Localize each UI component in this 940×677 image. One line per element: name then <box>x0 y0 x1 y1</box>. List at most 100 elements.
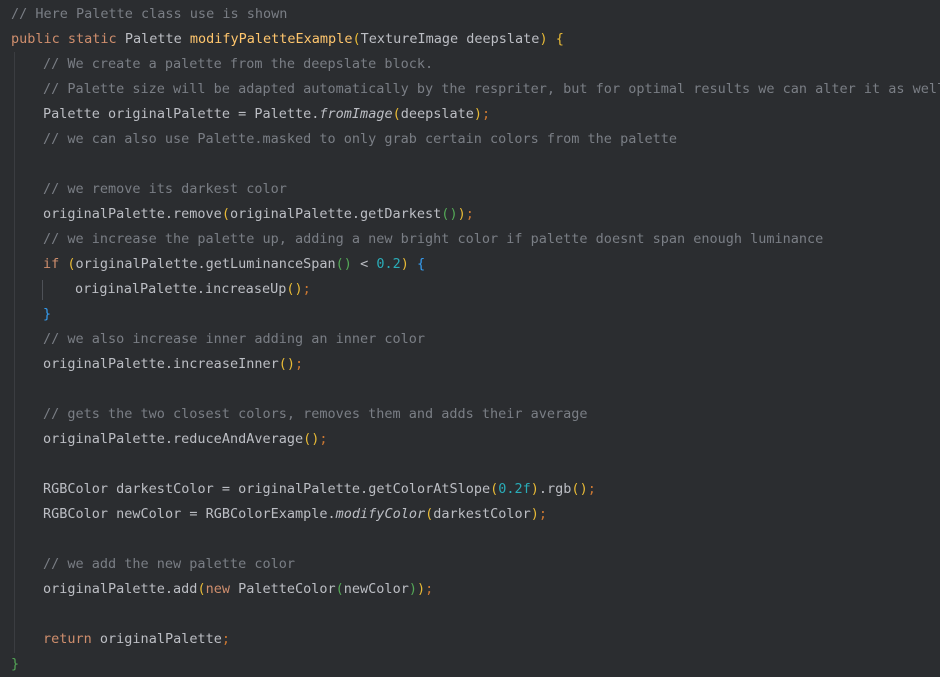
paren: ( <box>303 431 312 447</box>
method-call: getDarkest <box>360 206 442 222</box>
object-ref: originalPalette. <box>238 481 369 497</box>
paren: ) <box>408 581 417 597</box>
paren: ) <box>473 106 483 122</box>
semicolon: ; <box>538 506 548 522</box>
param-name: deepslate <box>466 31 540 47</box>
code-line-11[interactable]: if (originalPalette.getLuminanceSpan() <… <box>0 252 940 277</box>
object-ref: originalPalette. <box>43 356 174 372</box>
code-line-4[interactable]: // Palette size will be adapted automati… <box>0 77 940 102</box>
code-line-8[interactable]: // we remove its darkest color <box>0 177 940 202</box>
operator: = <box>189 506 198 522</box>
static-method: fromImage <box>319 106 393 122</box>
class-ref: RGBColorExample. <box>205 506 336 522</box>
paren: ( <box>335 581 344 597</box>
code-line-13[interactable]: } <box>0 302 940 327</box>
method-call: .rgb <box>538 481 572 497</box>
paren: ( <box>278 356 287 372</box>
code-editor[interactable]: // Here Palette class use is shown publi… <box>0 0 940 677</box>
type-name: RGBColor <box>43 481 109 497</box>
method-name: modifyPaletteExample <box>189 31 353 47</box>
operator: < <box>360 256 369 272</box>
brace: { <box>555 31 564 47</box>
paren: ( <box>67 256 76 272</box>
paren: ( <box>425 506 434 522</box>
variable: newColor <box>116 506 182 522</box>
code-line-26[interactable]: return originalPalette; <box>0 627 940 652</box>
paren: ) <box>579 481 588 497</box>
code-line-23[interactable]: // we add the new palette color <box>0 552 940 577</box>
paren: ( <box>197 581 206 597</box>
param-type: TextureImage <box>360 31 459 47</box>
paren: ) <box>449 206 458 222</box>
semicolon: ; <box>465 206 474 222</box>
code-line-24[interactable]: originalPalette.add(new PaletteColor(new… <box>0 577 940 602</box>
object-ref: originalPalette. <box>229 206 361 222</box>
paren: ( <box>392 106 401 122</box>
paren: ) <box>539 31 548 47</box>
object-ref: originalPalette. <box>43 206 174 222</box>
paren: ( <box>352 31 361 47</box>
argument: darkestColor <box>433 506 531 522</box>
code-line-18[interactable]: originalPalette.reduceAndAverage(); <box>0 427 940 452</box>
brace: } <box>11 656 20 672</box>
object-ref: originalPalette. <box>43 581 174 597</box>
code-line-1[interactable]: // Here Palette class use is shown <box>0 2 940 27</box>
type-name: RGBColor <box>43 506 109 522</box>
comment: // we also increase inner adding an inne… <box>43 331 426 347</box>
class-ref: Palette. <box>254 106 320 122</box>
brace: { <box>417 256 426 272</box>
keyword-new: new <box>205 581 230 597</box>
keyword-return: return <box>43 631 92 647</box>
comment: // gets the two closest colors, removes … <box>43 406 588 422</box>
code-line-20[interactable]: RGBColor darkestColor = originalPalette.… <box>0 477 940 502</box>
method-call: increaseUp <box>205 281 287 297</box>
semicolon: ; <box>319 431 328 447</box>
semicolon: ; <box>587 481 596 497</box>
object-ref: originalPalette. <box>75 281 206 297</box>
keyword-if: if <box>43 256 60 272</box>
comment: // we can also use Palette.masked to onl… <box>43 131 677 147</box>
paren: ) <box>530 481 539 497</box>
static-method: modifyColor <box>335 506 426 522</box>
code-line-12[interactable]: originalPalette.increaseUp(); <box>0 277 940 302</box>
code-line-15[interactable]: originalPalette.increaseInner(); <box>0 352 940 377</box>
number-literal: 0.2 <box>376 256 401 272</box>
method-call: reduceAndAverage <box>173 431 304 447</box>
argument: deepslate <box>400 106 474 122</box>
code-line-10[interactable]: // we increase the palette up, adding a … <box>0 227 940 252</box>
variable: originalPalette <box>108 106 230 122</box>
paren: ( <box>335 256 344 272</box>
method-call: getColorAtSlope <box>368 481 491 497</box>
operator: = <box>221 481 230 497</box>
method-call: increaseInner <box>173 356 279 372</box>
paren: ( <box>221 206 230 222</box>
code-line-3[interactable]: // We create a palette from the deepslat… <box>0 52 940 77</box>
code-line-2[interactable]: public static Palette modifyPaletteExamp… <box>0 27 940 52</box>
keyword-static: static <box>67 31 117 47</box>
paren: ) <box>416 581 426 597</box>
expression: originalPalette.getLuminanceSpan <box>75 256 336 272</box>
semicolon: ; <box>482 106 491 122</box>
code-line-6[interactable]: // we can also use Palette.masked to onl… <box>0 127 940 152</box>
semicolon: ; <box>221 631 230 647</box>
code-line-17[interactable]: // gets the two closest colors, removes … <box>0 402 940 427</box>
paren: ) <box>457 206 466 222</box>
semicolon: ; <box>302 281 311 297</box>
code-line-27[interactable]: } <box>0 652 940 677</box>
paren: ) <box>286 356 295 372</box>
keyword-public: public <box>11 31 60 47</box>
code-line-14[interactable]: // we also increase inner adding an inne… <box>0 327 940 352</box>
operator: = <box>238 106 247 122</box>
return-type: Palette <box>124 31 182 47</box>
variable: darkestColor <box>116 481 214 497</box>
paren: ( <box>571 481 580 497</box>
comment: // we increase the palette up, adding a … <box>43 231 824 247</box>
brace: } <box>43 306 52 322</box>
code-line-21[interactable]: RGBColor newColor = RGBColorExample.modi… <box>0 502 940 527</box>
paren: ) <box>294 281 303 297</box>
code-line-9[interactable]: originalPalette.remove(originalPalette.g… <box>0 202 940 227</box>
object-ref: originalPalette. <box>43 431 174 447</box>
semicolon: ; <box>425 581 434 597</box>
code-line-5[interactable]: Palette originalPalette = Palette.fromIm… <box>0 102 940 127</box>
paren: ) <box>343 256 352 272</box>
